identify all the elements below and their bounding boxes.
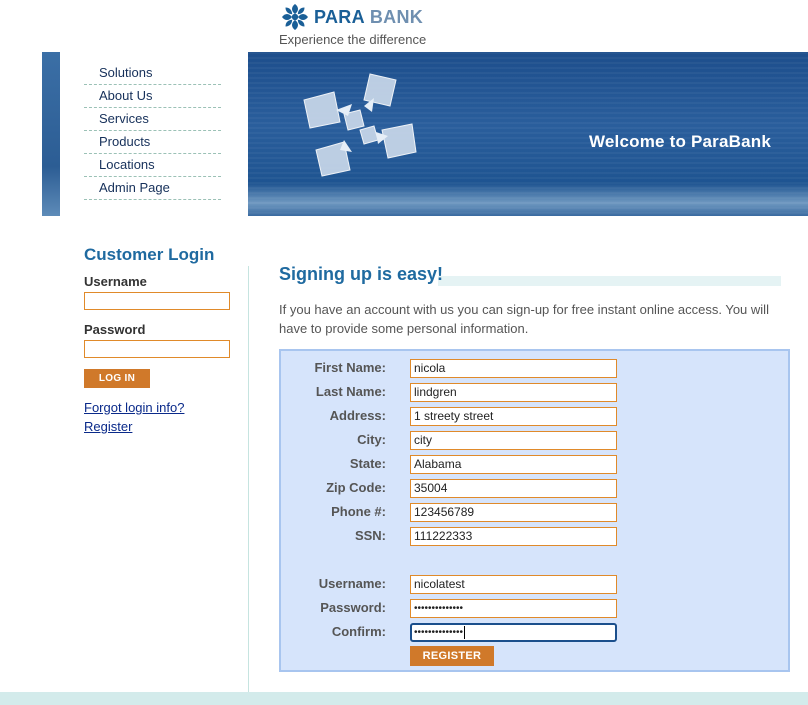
parabank-logo[interactable]: PARA BANK <box>279 2 423 32</box>
content-divider <box>248 266 249 692</box>
first-name-field[interactable]: nicola <box>410 359 617 378</box>
ssn-field[interactable]: 111222333 <box>410 527 617 546</box>
confirm-password-field[interactable]: •••••••••••••• <box>410 623 617 642</box>
last-name-field[interactable]: lindgren <box>410 383 617 402</box>
register-link[interactable]: Register <box>84 419 132 434</box>
address-label: Address: <box>329 408 386 423</box>
left-menu: Solutions About Us Services Products Loc… <box>84 62 221 200</box>
banner-left-strip <box>42 52 60 216</box>
phone-label: Phone #: <box>331 504 386 519</box>
zip-code-field[interactable]: 35004 <box>410 479 617 498</box>
address-field[interactable]: 1 streety street <box>410 407 617 426</box>
signup-intro-text: If you have an account with us you can s… <box>279 302 769 336</box>
ssn-label: SSN: <box>354 528 386 543</box>
login-button[interactable]: LOG IN <box>84 369 150 388</box>
customer-login-title: Customer Login <box>84 245 215 264</box>
login-username-input[interactable] <box>84 292 230 310</box>
city-field[interactable]: city <box>410 431 617 450</box>
confirm-label: Confirm: <box>331 624 386 639</box>
welcome-banner: Welcome to ParaBank <box>248 52 808 216</box>
state-field[interactable]: Alabama <box>410 455 617 474</box>
register-button[interactable]: REGISTER <box>410 646 494 666</box>
confirm-password-value: •••••••••••••• <box>414 627 464 638</box>
password-label: Password: <box>320 600 386 615</box>
title-underline-bar <box>438 276 781 286</box>
menu-item-services[interactable]: Services <box>84 108 221 131</box>
zip-code-label: Zip Code: <box>326 480 386 495</box>
first-name-label: First Name: <box>314 360 386 375</box>
welcome-text: Welcome to ParaBank <box>588 132 771 151</box>
banner-logo-icon <box>303 73 417 177</box>
last-name-label: Last Name: <box>315 384 386 399</box>
menu-item-locations[interactable]: Locations <box>84 154 221 177</box>
tagline: Experience the difference <box>279 32 427 47</box>
menu-item-solutions[interactable]: Solutions <box>84 62 221 85</box>
login-password-label: Password <box>84 322 146 337</box>
menu-item-about-us[interactable]: About Us <box>84 85 221 108</box>
menu-item-admin-page[interactable]: Admin Page <box>84 177 221 200</box>
logo-para-text: PARA <box>314 6 365 27</box>
login-password-input[interactable] <box>84 340 230 358</box>
logo-wordmark: PARA BANK <box>314 7 423 28</box>
forgot-login-link[interactable]: Forgot login info? <box>84 400 184 415</box>
registration-form: First Name: nicola Last Name: lindgren A… <box>279 349 790 672</box>
login-username-label: Username <box>84 274 147 289</box>
footer-band <box>0 692 808 705</box>
password-field[interactable]: •••••••••••••• <box>410 599 617 618</box>
text-cursor <box>464 625 466 639</box>
username-field[interactable]: nicolatest <box>410 575 617 594</box>
parabank-logo-icon <box>282 4 308 30</box>
logo-bank-text: BANK <box>369 6 424 27</box>
phone-field[interactable]: 123456789 <box>410 503 617 522</box>
city-label: City: <box>357 432 386 447</box>
menu-item-products[interactable]: Products <box>84 131 221 154</box>
page-title: Signing up is easy! <box>279 264 444 284</box>
username-label: Username: <box>318 576 386 591</box>
state-label: State: <box>349 456 386 471</box>
